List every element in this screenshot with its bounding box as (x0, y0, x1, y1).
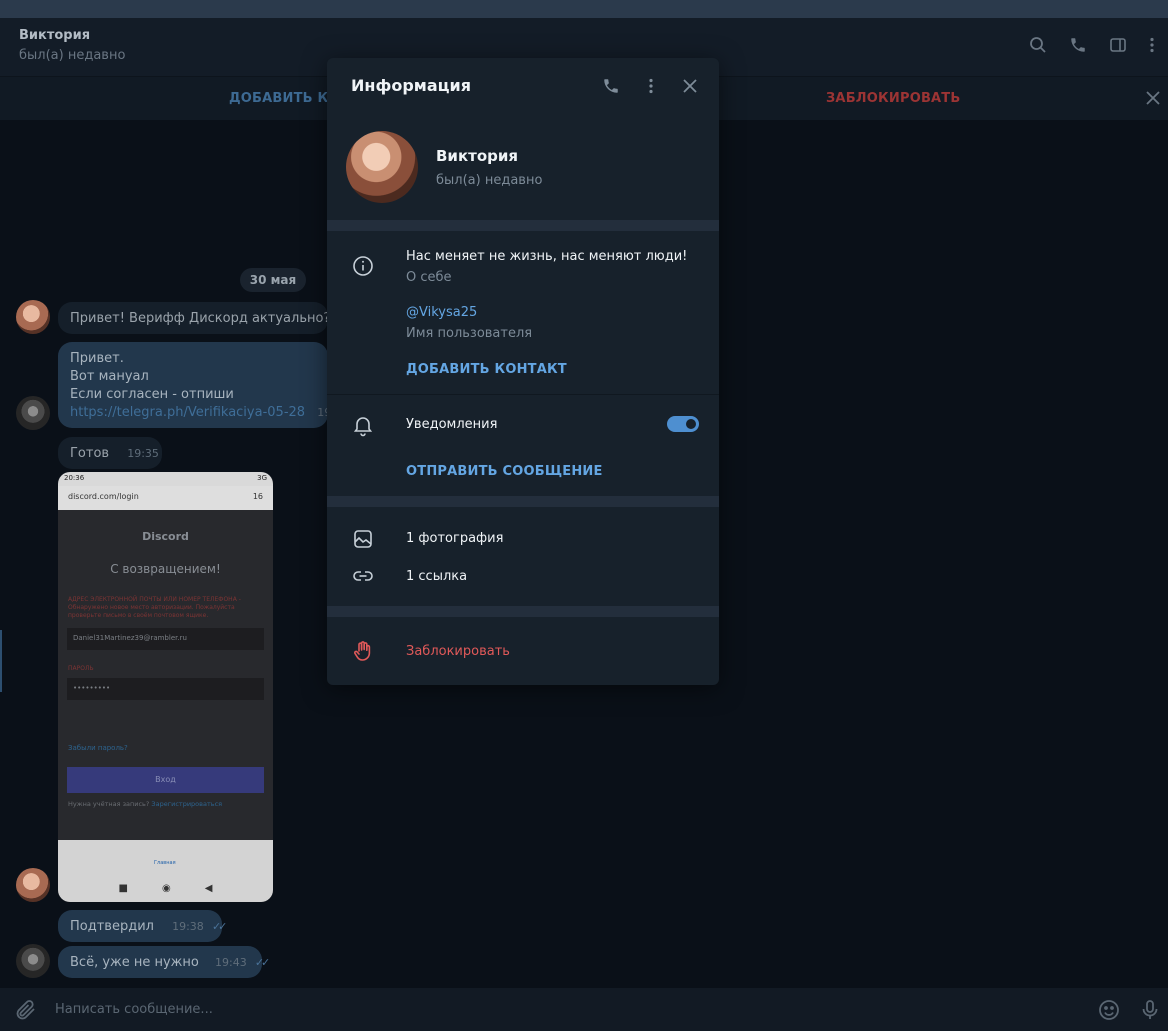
avatar[interactable] (16, 300, 50, 334)
message-time: 19:35 (127, 447, 159, 460)
phone-status-bar: 20:36 3G (58, 472, 273, 486)
welcome-heading: С возвращением! (110, 562, 221, 576)
photo-icon (351, 527, 375, 551)
message-outgoing: Всё, уже не нужно 19:43 ✓✓ (58, 946, 270, 978)
phone-bottom-nav: Главная (58, 840, 273, 874)
back-icon: ◀ (204, 882, 213, 894)
link-icon (351, 564, 375, 588)
shared-links[interactable]: 1 ссылка (406, 569, 467, 584)
window-top-strip (0, 0, 1168, 18)
phone-icon[interactable] (1067, 34, 1089, 56)
phone-signal: 3G (257, 474, 267, 482)
phone-icon[interactable] (599, 74, 623, 98)
hand-stop-icon (351, 639, 375, 663)
recents-icon: ■ (118, 882, 128, 894)
read-checks-icon: ✓✓ (211, 920, 228, 933)
scroll-edge-indicator (0, 630, 2, 692)
bell-icon (351, 413, 375, 437)
message-composer: Написать сообщение... (0, 988, 1168, 1031)
section-divider (327, 606, 719, 617)
register-link: Зарегистрироваться (151, 800, 223, 808)
login-button: Вход (67, 767, 264, 793)
info-icon (351, 254, 375, 278)
username-label: Имя пользователя (406, 326, 533, 341)
block-user-button[interactable]: Заблокировать (406, 644, 510, 659)
discord-login-page: Discord С возвращением! АДРЕС ЭЛЕКТРОННО… (58, 510, 273, 840)
browser-tabs-count: 16 (252, 492, 263, 501)
message-text: Подтвердил (70, 919, 154, 934)
phone-clock: 20:36 (64, 474, 85, 482)
sidebar-toggle-icon[interactable] (1107, 34, 1129, 56)
email-field: Daniel31Martinez39@rambler.ru (67, 628, 264, 650)
notifications-toggle[interactable] (667, 416, 699, 432)
browser-url-bar: discord.com/login 16 (58, 486, 273, 510)
message-time: 19:38 (172, 920, 204, 933)
message-text: Готов (70, 446, 110, 461)
password-field: ••••••••• (67, 678, 264, 700)
search-icon[interactable] (1027, 34, 1049, 56)
password-label: ПАРОЛЬ (68, 665, 94, 672)
message-line: Вот мануал (70, 369, 149, 384)
chat-title[interactable]: Виктория (19, 28, 90, 43)
avatar[interactable] (16, 944, 50, 978)
profile-avatar[interactable] (346, 131, 418, 203)
message-line: Если согласен - отпиши (70, 387, 234, 402)
message-line: Привет. (70, 351, 124, 366)
avatar[interactable] (16, 396, 50, 430)
home-icon: ◉ (162, 882, 171, 894)
message-incoming: Привет! Верифф Дискорд актуально? Мог (58, 302, 328, 334)
microphone-icon[interactable] (1138, 998, 1162, 1022)
message-link[interactable]: https://telegra.ph/Verifikaciya-05-28 (70, 405, 305, 420)
register-prompt-text: Нужна учётная запись? (68, 800, 150, 808)
message-outgoing: Подтвердил 19:38 ✓✓ (58, 910, 228, 942)
section-divider (327, 496, 719, 507)
block-link[interactable]: ЗАБЛОКИРОВАТЬ (826, 91, 961, 106)
nav-active-label: Главная (154, 860, 176, 866)
profile-status: был(а) недавно (436, 173, 543, 188)
message-input[interactable]: Написать сообщение... (55, 1002, 213, 1017)
read-checks-icon: ✓✓ (254, 956, 271, 969)
more-vertical-icon[interactable] (1141, 34, 1163, 56)
attach-icon[interactable] (14, 998, 38, 1022)
close-icon[interactable] (1142, 87, 1164, 109)
shared-photos[interactable]: 1 фотография (406, 531, 503, 546)
more-vertical-icon[interactable] (639, 74, 663, 98)
send-message-button[interactable]: ОТПРАВИТЬ СООБЩЕНИЕ (406, 464, 603, 479)
section-divider (327, 394, 719, 395)
dialog-title: Информация (351, 76, 471, 95)
login-error-text: АДРЕС ЭЛЕКТРОННОЙ ПОЧТЫ ИЛИ НОМЕР ТЕЛЕФО… (68, 596, 241, 619)
register-prompt: Нужна учётная запись? Зарегистрироваться (68, 800, 222, 808)
message-incoming: Готов 19:35 (58, 437, 162, 469)
date-separator: 30 мая (240, 268, 306, 292)
message-photo[interactable]: 20:36 3G discord.com/login 16 Discord С … (58, 472, 273, 902)
phone-system-buttons: ■ ◉ ◀ (58, 874, 273, 902)
section-divider (327, 220, 719, 231)
browser-url: discord.com/login (68, 492, 139, 501)
message-text: Всё, уже не нужно (70, 955, 199, 970)
add-contact-button[interactable]: ДОБАВИТЬ КОНТАКТ (406, 362, 567, 377)
emoji-icon[interactable] (1097, 998, 1121, 1022)
forgot-password-link: Забыли пароль? (68, 744, 128, 752)
bio-label: О себе (406, 270, 452, 285)
message-time: 19:43 (215, 956, 247, 969)
user-info-dialog: Информация Виктория был(а) недавно Нас м… (327, 58, 719, 685)
chat-status: был(а) недавно (19, 48, 126, 63)
bio-text: Нас меняет не жизнь, нас меняют люди! (406, 249, 688, 264)
username-link[interactable]: @Vikysa25 (406, 305, 477, 320)
message-text: Привет! Верифф Дискорд актуально? Мог (70, 311, 328, 326)
avatar[interactable] (16, 868, 50, 902)
close-icon[interactable] (678, 74, 702, 98)
notifications-label: Уведомления (406, 417, 498, 432)
discord-logo: Discord (142, 530, 189, 543)
profile-name: Виктория (436, 147, 519, 165)
message-outgoing: Привет. Вот мануал Если согласен - отпиш… (58, 342, 349, 428)
